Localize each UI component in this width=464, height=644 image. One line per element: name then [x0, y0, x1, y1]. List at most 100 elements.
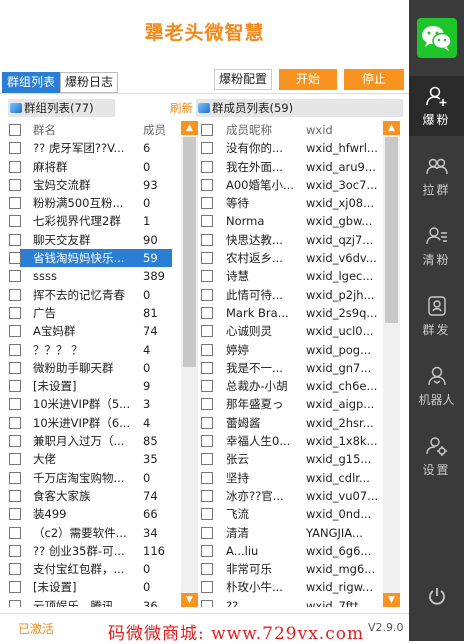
table-row[interactable]: （c2）需要软件... 34 [0, 524, 181, 542]
row-checkbox[interactable] [201, 270, 213, 283]
table-row[interactable]: 我在外面... wxid_aru9... [192, 158, 383, 176]
table-row[interactable]: 清清 YANGJIA... [192, 524, 383, 542]
row-checkbox[interactable] [9, 581, 21, 594]
table-row[interactable]: 装499 66 [0, 505, 181, 523]
table-row[interactable]: A00婚笔小... wxid_3oc7... [192, 176, 383, 194]
row-checkbox[interactable] [9, 361, 21, 374]
table-row[interactable]: 坚持 wxid_cdlr... [192, 469, 383, 487]
table-row[interactable]: [未设置] 0 [0, 578, 181, 596]
table-row[interactable]: ?? 创业35群-可... 116 [0, 542, 181, 560]
table-row[interactable]: 非常可乐 wxid_mg6... [192, 560, 383, 578]
table-row[interactable]: 朴玫小牛... wxid_rigw... [192, 578, 383, 596]
table-row[interactable]: 食客大家族 74 [0, 487, 181, 505]
table-row[interactable]: Mark Bra... wxid_2s9q... [192, 304, 383, 322]
start-button[interactable]: 开始 [279, 69, 337, 90]
row-checkbox[interactable] [201, 306, 213, 319]
tab-group-list[interactable]: 群组列表 [2, 72, 61, 93]
select-all-checkbox[interactable] [201, 124, 213, 136]
table-row[interactable]: 微粉助手聊天群 0 [0, 359, 181, 377]
row-checkbox[interactable] [9, 233, 21, 246]
table-row[interactable]: 快思达教... wxid_qzj7... [192, 231, 383, 249]
table-row[interactable]: 张云 wxid_g15... [192, 450, 383, 468]
table-row[interactable]: 等待 wxid_xj08... [192, 194, 383, 212]
row-checkbox[interactable] [9, 178, 21, 191]
table-row[interactable]: 宝妈交流群 93 [0, 176, 181, 194]
table-row[interactable]: ?? 虎牙军团??V... 6 [0, 139, 181, 157]
column-header[interactable]: 群名 [33, 121, 141, 139]
table-row[interactable]: 总裁办-小胡 wxid_ch6e... [192, 377, 383, 395]
row-checkbox[interactable] [201, 416, 213, 429]
select-all-checkbox[interactable] [9, 124, 21, 136]
row-checkbox[interactable] [9, 398, 21, 411]
table-row[interactable]: ssss 389 [0, 267, 181, 285]
row-checkbox[interactable] [201, 178, 213, 191]
table-row[interactable]: Norma wxid_gbw... [192, 212, 383, 230]
table-row[interactable]: 聊天交友群 90 [0, 231, 181, 249]
nav-add-fans[interactable]: 爆粉 [409, 76, 464, 136]
table-row[interactable]: A宝妈群 74 [0, 322, 181, 340]
table-row[interactable]: 麻将群 0 [0, 158, 181, 176]
column-header[interactable]: wxid [306, 121, 382, 139]
row-checkbox[interactable] [9, 471, 21, 484]
column-header[interactable]: 成员昵称 [226, 121, 306, 139]
row-checkbox[interactable] [9, 435, 21, 448]
column-header[interactable]: 成员 [143, 121, 179, 139]
row-checkbox[interactable] [9, 306, 21, 319]
row-checkbox[interactable] [9, 325, 21, 338]
row-checkbox[interactable] [9, 270, 21, 283]
table-row[interactable]: ？？？ ？ 4 [0, 341, 181, 359]
row-checkbox[interactable] [201, 471, 213, 484]
table-row[interactable]: 大佬 35 [0, 450, 181, 468]
table-row[interactable]: [未设置] 9 [0, 377, 181, 395]
row-checkbox[interactable] [9, 288, 21, 301]
table-row[interactable]: ?? wxid_7ftt... [192, 597, 383, 607]
table-row[interactable]: 七彩视界代理2群 1 [0, 212, 181, 230]
row-checkbox[interactable] [201, 233, 213, 246]
row-checkbox[interactable] [9, 343, 21, 356]
row-checkbox[interactable] [201, 508, 213, 521]
table-row[interactable]: 冰亦??官... wxid_vu07... [192, 487, 383, 505]
row-checkbox[interactable] [201, 435, 213, 448]
table-row[interactable]: 千万店淘宝购物... 0 [0, 469, 181, 487]
member-table-scrollbar[interactable]: ▲ ▼ [383, 121, 400, 607]
nav-clean-fans[interactable]: 清粉 [409, 216, 464, 276]
row-checkbox[interactable] [9, 489, 21, 502]
row-checkbox[interactable] [9, 380, 21, 393]
nav-settings[interactable]: 设置 [409, 426, 464, 486]
row-checkbox[interactable] [201, 325, 213, 338]
table-row[interactable]: 省钱淘妈妈快乐... 59 [0, 249, 181, 268]
row-checkbox[interactable] [9, 142, 21, 155]
row-checkbox[interactable] [201, 160, 213, 173]
table-row[interactable]: 没有你的... wxid_hfwrl... [192, 139, 383, 157]
row-checkbox[interactable] [201, 142, 213, 155]
nav-mass-send[interactable]: 群发 [409, 286, 464, 346]
table-row[interactable]: 农村返乡... wxid_v6dv... [192, 249, 383, 267]
nav-pull-group[interactable]: 拉群 [409, 146, 464, 206]
row-checkbox[interactable] [201, 544, 213, 557]
table-row[interactable]: 兼职月入过万（... 85 [0, 432, 181, 450]
row-checkbox[interactable] [201, 380, 213, 393]
table-row[interactable]: 挥不去的记忆青春 0 [0, 286, 181, 304]
scroll-thumb[interactable] [385, 137, 398, 323]
row-checkbox[interactable] [9, 526, 21, 539]
row-checkbox[interactable] [201, 197, 213, 210]
row-checkbox[interactable] [9, 599, 21, 607]
row-checkbox[interactable] [9, 160, 21, 173]
scroll-up-icon[interactable]: ▲ [383, 121, 400, 135]
table-row[interactable]: 心诚则灵 wxid_ucl0... [192, 322, 383, 340]
table-row[interactable]: 10米进VIP群（6... 4 [0, 414, 181, 432]
table-row[interactable]: 我是不一... wxid_gn7... [192, 359, 383, 377]
row-checkbox[interactable] [9, 416, 21, 429]
table-row[interactable]: 云顶娱乐，腾讯... 36 [0, 597, 181, 607]
table-row[interactable]: 那年盛夏っ wxid_aigp... [192, 395, 383, 413]
row-checkbox[interactable] [201, 489, 213, 502]
row-checkbox[interactable] [201, 361, 213, 374]
row-checkbox[interactable] [201, 398, 213, 411]
table-row[interactable]: 蕾姆酱 wxid_2hsr... [192, 414, 383, 432]
table-row[interactable]: 广告 81 [0, 304, 181, 322]
table-row[interactable]: A...liu wxid_6g6... [192, 542, 383, 560]
tab-add-log[interactable]: 爆粉日志 [60, 72, 119, 93]
row-checkbox[interactable] [201, 526, 213, 539]
stop-button[interactable]: 停止 [344, 69, 404, 90]
row-checkbox[interactable] [201, 343, 213, 356]
